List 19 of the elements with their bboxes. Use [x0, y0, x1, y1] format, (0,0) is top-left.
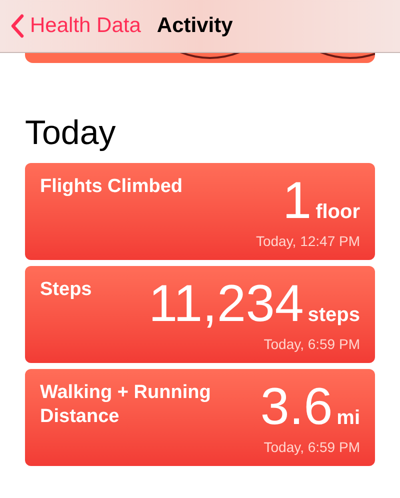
metric-unit: steps — [308, 303, 360, 328]
metric-card[interactable]: Steps 11,234 steps Today, 6:59 PM — [25, 266, 375, 363]
metric-label: Steps — [40, 278, 92, 302]
metric-value: 3.6 — [260, 381, 333, 433]
metric-timestamp: Today, 12:47 PM — [256, 232, 360, 251]
metric-card[interactable]: Flights Climbed 1 floor Today, 12:47 PM — [25, 163, 375, 260]
metric-value: 11,234 — [148, 278, 304, 330]
metric-card[interactable]: Walking + Running Distance 3.6 mi Today, 6:59 PM — [25, 369, 375, 466]
metric-unit: mi — [336, 406, 360, 431]
metric-timestamp: Today, 6:59 PM — [264, 438, 360, 457]
back-chevron-icon — [10, 14, 24, 38]
section-title: Today — [25, 113, 117, 153]
metric-label: Walking + Running Distance — [40, 381, 212, 429]
metric-unit: floor — [316, 200, 360, 225]
nav-title: Activity — [156, 13, 233, 40]
metric-value: 1 — [282, 175, 312, 227]
back-button[interactable]: Health Data — [10, 10, 141, 42]
metric-label: Flights Climbed — [40, 175, 182, 199]
metric-timestamp: Today, 6:59 PM — [264, 335, 360, 354]
